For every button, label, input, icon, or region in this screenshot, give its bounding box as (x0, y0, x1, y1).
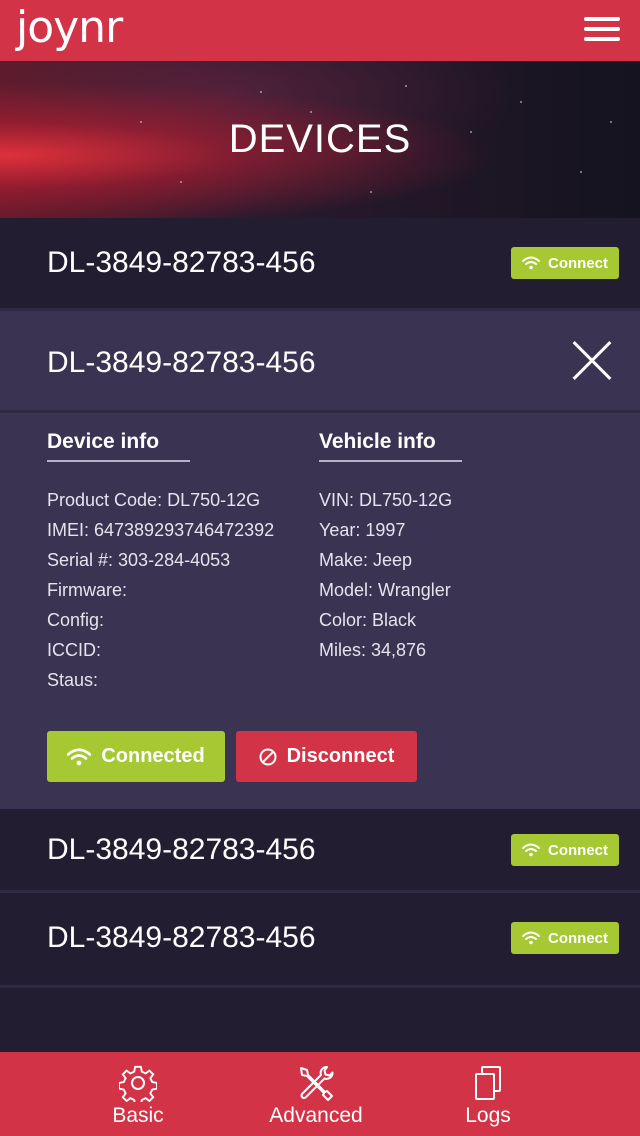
connect-button[interactable]: Connect (511, 834, 619, 866)
connect-button[interactable]: Connect (511, 922, 619, 954)
device-info-item: IMEI: 647389293746472392 (47, 520, 275, 540)
close-icon[interactable] (572, 340, 612, 380)
tools-icon (300, 1066, 334, 1101)
device-info-item: ICCID: (47, 640, 101, 660)
bottom-nav: Basic Advanced Logs (0, 1052, 640, 1136)
wifi-icon (522, 843, 540, 857)
vehicle-info-title: Vehicle info (319, 430, 462, 462)
device-id: DL-3849-82783-456 (47, 921, 316, 954)
device-id: DL-3849-82783-456 (47, 246, 316, 279)
tab-basic[interactable]: Basic (88, 1052, 188, 1136)
connect-label: Connect (548, 841, 608, 859)
vehicle-info-item: Color: Black (319, 610, 417, 630)
device-row[interactable]: DL-3849-82783-456 Connect (0, 809, 640, 893)
connect-label: Connect (548, 929, 608, 947)
device-info-list: Product Code: DL750-12G IMEI: 6473892937… (47, 485, 274, 695)
wifi-icon (67, 747, 92, 765)
vehicle-info-item: Make: Jeep (319, 550, 413, 570)
vehicle-info-list: VIN: DL750-12G Year: 1997 Make: Jeep Mod… (319, 485, 452, 665)
page-title: DEVICES (228, 117, 412, 161)
device-info-item: Config: (47, 610, 105, 630)
tab-label: Logs (465, 1104, 511, 1127)
hamburger-menu-icon[interactable] (584, 17, 620, 43)
device-id: DL-3849-82783-456 (47, 346, 316, 379)
block-icon (259, 748, 277, 765)
gear-icon (119, 1065, 157, 1102)
disconnect-button[interactable]: Disconnect (236, 731, 417, 782)
wifi-icon (522, 931, 540, 945)
tab-logs[interactable]: Logs (448, 1052, 528, 1136)
expanded-device-panel: DL-3849-82783-456 Device info Vehicle in… (0, 311, 640, 809)
device-id: DL-3849-82783-456 (47, 833, 316, 866)
vehicle-info-item: VIN: DL750-12G (319, 490, 453, 510)
disconnect-label: Disconnect (286, 745, 395, 767)
connect-label: Connect (548, 254, 608, 272)
device-row[interactable]: DL-3849-82783-456 Connect (0, 893, 640, 988)
top-bar: joynr (0, 0, 640, 61)
hero-banner: DEVICES (0, 61, 640, 218)
wifi-icon (522, 256, 540, 270)
device-info-item: Firmware: (47, 580, 127, 600)
connected-button[interactable]: Connected (47, 731, 225, 782)
tab-label: Advanced (269, 1104, 363, 1127)
device-info-item: Staus: (47, 670, 99, 690)
device-info-item: Product Code: DL750-12G (47, 490, 261, 510)
tab-advanced[interactable]: Advanced (256, 1052, 376, 1136)
connected-label: Connected (101, 745, 205, 767)
app-logo: joynr (16, 2, 123, 53)
tab-label: Basic (112, 1104, 164, 1127)
device-row[interactable]: DL-3849-82783-456 Connect (0, 218, 640, 311)
copy-icon (475, 1066, 501, 1100)
device-info-item: Serial #: 303-284-4053 (47, 550, 231, 570)
device-info-title: Device info (47, 430, 190, 462)
expanded-device-header[interactable]: DL-3849-82783-456 (0, 311, 640, 413)
vehicle-info-item: Year: 1997 (319, 520, 406, 540)
connect-button[interactable]: Connect (511, 247, 619, 279)
vehicle-info-item: Miles: 34,876 (319, 640, 427, 660)
vehicle-info-item: Model: Wrangler (319, 580, 451, 600)
